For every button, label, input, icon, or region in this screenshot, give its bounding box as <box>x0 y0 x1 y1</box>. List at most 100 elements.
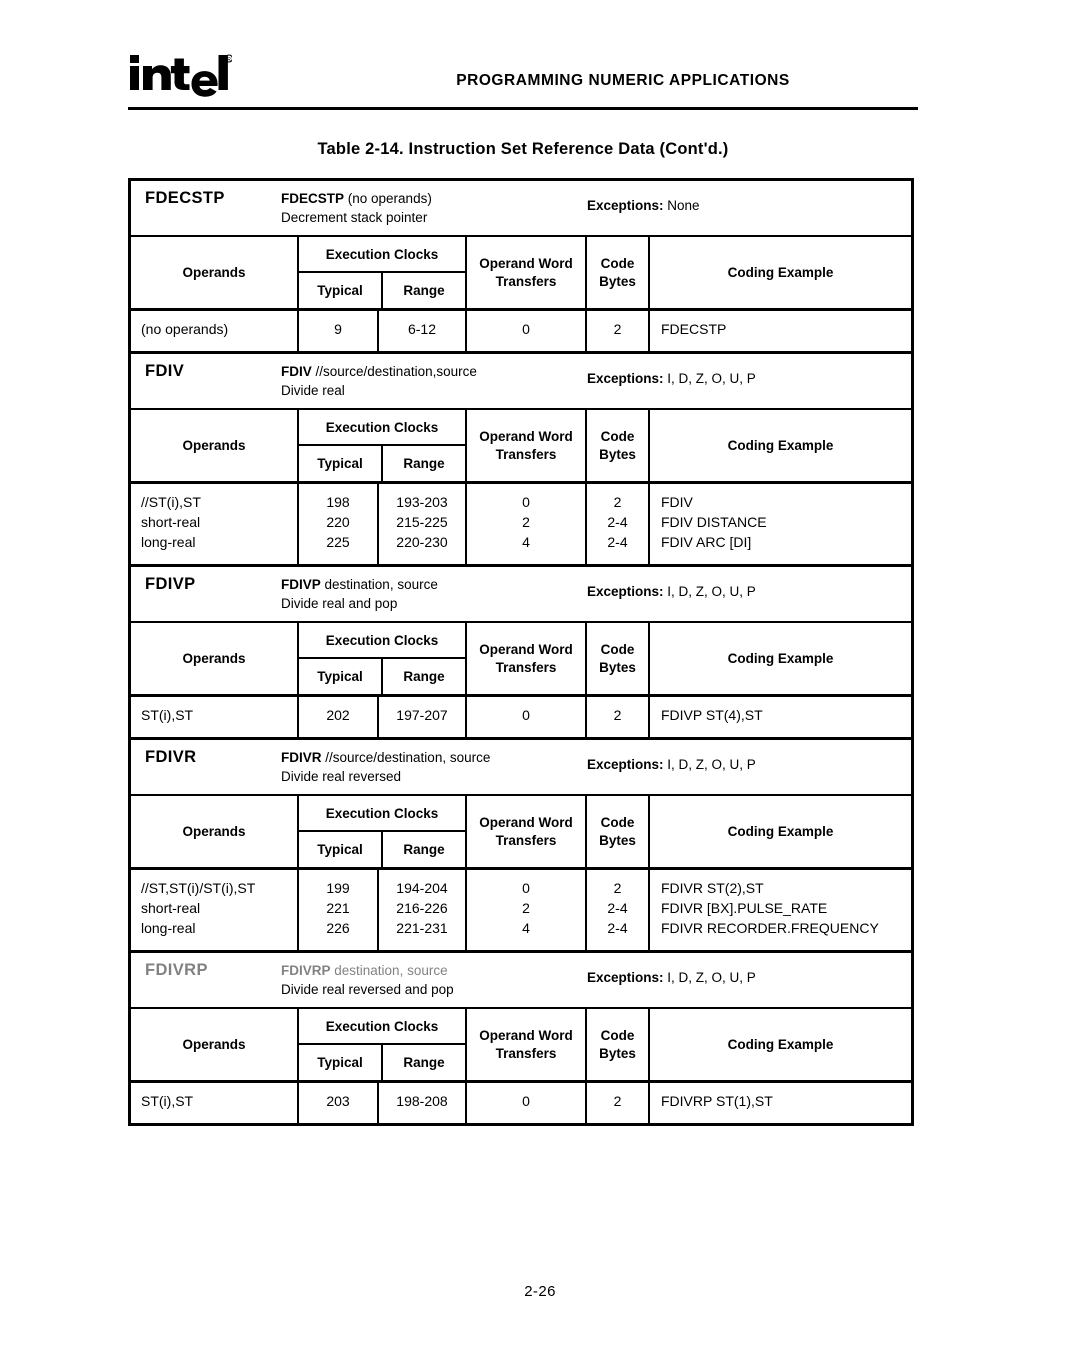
column-header-coding-example: Coding Example <box>727 438 834 453</box>
exceptions-label: Exceptions: <box>587 970 664 985</box>
instruction-mnemonic: FDIVRP <box>145 961 208 979</box>
column-header-operands: Operands <box>131 623 299 694</box>
instruction-description: Divide real <box>281 383 345 399</box>
data-cell-range: 198-208 <box>379 1083 467 1123</box>
data-rows: ST(i),ST 203 198-208 0 2 FDIVRP ST(1),ST <box>131 1083 911 1123</box>
document-page: R PROGRAMMING NUMERIC APPLICATIONS Table… <box>0 0 1080 1345</box>
column-header-typical: Typical <box>299 273 383 308</box>
exceptions-label: Exceptions: <box>587 757 664 772</box>
column-header-execution-clocks: Execution Clocks Typical Range <box>299 1009 467 1080</box>
data-cell-operand-word-transfers: 0 2 4 <box>467 870 587 950</box>
data-cell-coding-example: FDIV FDIV DISTANCE FDIV ARC [DI] <box>661 494 767 550</box>
page-header-title: PROGRAMMING NUMERIC APPLICATIONS <box>456 72 790 89</box>
data-cell-operands: (no operands) <box>131 311 299 351</box>
data-cell-operand-word-transfers: 0 <box>467 311 587 351</box>
instruction-header-row: FDIV FDIV //source/destination,source Di… <box>131 354 911 410</box>
exceptions-cell: Exceptions: I, D, Z, O, U, P <box>581 575 911 599</box>
instruction-set-reference-table: FDECSTP FDECSTP (no operands) Decrement … <box>128 178 914 1126</box>
column-header-operand-word-transfers: Operand Word Transfers <box>467 623 587 694</box>
data-cell-code-bytes: 2 <box>587 311 650 351</box>
instruction-mnemonic: FDECSTP <box>145 189 225 207</box>
exceptions-value: None <box>667 198 700 213</box>
column-header-coding-example: Coding Example <box>727 824 834 839</box>
instruction-header-row: FDIVRP FDIVRP destination, source Divide… <box>131 953 911 1009</box>
instruction-syntax: FDIVR //source/destination, source Divid… <box>281 748 581 786</box>
exceptions-label: Exceptions: <box>587 198 664 213</box>
data-cell-code-bytes: 2 2-4 2-4 <box>587 484 650 564</box>
exceptions-label: Exceptions: <box>587 371 664 386</box>
column-header-typical: Typical <box>299 1045 383 1080</box>
data-cell-operands: //ST,ST(i)/ST(i),ST short-real long-real <box>131 870 299 950</box>
column-header-coding-example: Coding Example <box>727 651 834 666</box>
syntax-operands: //source/destination, source <box>321 750 491 765</box>
column-header-row: Operands Execution Clocks Typical Range … <box>131 410 911 484</box>
column-header-coding-example: Coding Example <box>727 1037 834 1052</box>
data-rows: //ST,ST(i)/ST(i),ST short-real long-real… <box>131 870 911 950</box>
column-header-range: Range <box>403 842 445 857</box>
instruction-block: FDIVR FDIVR //source/destination, source… <box>131 740 911 953</box>
instruction-header-row: FDIVP FDIVP destination, source Divide r… <box>131 567 911 623</box>
data-cell-typical: 198 220 225 <box>299 484 379 564</box>
syntax-operands: destination, source <box>320 577 438 592</box>
column-header-execution-clocks: Execution Clocks Typical Range <box>299 796 467 867</box>
instruction-header-row: FDIVR FDIVR //source/destination, source… <box>131 740 911 796</box>
column-header-execution-clocks-label: Execution Clocks <box>299 1009 465 1045</box>
column-header-typical: Typical <box>299 832 383 867</box>
column-header-code-bytes: Code Bytes <box>587 796 650 867</box>
column-header-operands: Operands <box>131 410 299 481</box>
data-cell-coding-example: FDIVRP ST(1),ST <box>661 1093 773 1109</box>
data-cell-range: 194-204 216-226 221-231 <box>379 870 467 950</box>
page-number: 2-26 <box>524 1283 556 1300</box>
table-caption: Table 2-14. Instruction Set Reference Da… <box>317 140 729 158</box>
column-header-execution-clocks: Execution Clocks Typical Range <box>299 237 467 308</box>
exceptions-value: I, D, Z, O, U, P <box>667 584 756 599</box>
exceptions-cell: Exceptions: None <box>581 189 911 213</box>
column-header-range: Range <box>403 456 445 471</box>
data-cell-typical: 202 <box>299 697 379 737</box>
instruction-description: Divide real reversed and pop <box>281 982 454 998</box>
data-cell-code-bytes: 2 2-4 2-4 <box>587 870 650 950</box>
data-cell-typical: 199 221 226 <box>299 870 379 950</box>
data-rows: (no operands) 9 6-12 0 2 FDECSTP <box>131 311 911 351</box>
data-cell-operand-word-transfers: 0 <box>467 1083 587 1123</box>
instruction-mnemonic: FDIVR <box>145 748 197 766</box>
data-rows: ST(i),ST 202 197-207 0 2 FDIVP ST(4),ST <box>131 697 911 737</box>
instruction-syntax: FDIV //source/destination,source Divide … <box>281 362 581 400</box>
column-header-code-bytes: Code Bytes <box>587 623 650 694</box>
data-cell-coding-example: FDIVR ST(2),ST FDIVR [BX].PULSE_RATE FDI… <box>661 880 879 936</box>
instruction-block: FDIVP FDIVP destination, source Divide r… <box>131 567 911 740</box>
column-header-typical: Typical <box>299 659 383 694</box>
data-cell-range: 193-203 215-225 220-230 <box>379 484 467 564</box>
syntax-operands: //source/destination,source <box>311 364 477 379</box>
syntax-mnemonic: FDIVP <box>281 577 321 592</box>
column-header-row: Operands Execution Clocks Typical Range … <box>131 1009 911 1083</box>
column-header-code-bytes: Code Bytes <box>587 1009 650 1080</box>
column-header-range: Range <box>403 283 445 298</box>
data-cell-coding-example: FDIVP ST(4),ST <box>661 707 763 723</box>
data-cell-coding-example: FDECSTP <box>661 321 727 337</box>
column-header-execution-clocks-label: Execution Clocks <box>299 623 465 659</box>
instruction-description: Divide real and pop <box>281 596 398 612</box>
column-header-operand-word-transfers: Operand Word Transfers <box>467 237 587 308</box>
instruction-syntax: FDIVP destination, source Divide real an… <box>281 575 581 613</box>
column-header-operands: Operands <box>131 796 299 867</box>
exceptions-label: Exceptions: <box>587 584 664 599</box>
data-cell-operand-word-transfers: 0 <box>467 697 587 737</box>
instruction-block: FDIV FDIV //source/destination,source Di… <box>131 354 911 567</box>
column-header-code-bytes: Code Bytes <box>587 237 650 308</box>
data-cell-operands: ST(i),ST <box>131 1083 299 1123</box>
column-header-operands: Operands <box>131 1009 299 1080</box>
column-header-operand-word-transfers: Operand Word Transfers <box>467 410 587 481</box>
column-header-execution-clocks-label: Execution Clocks <box>299 796 465 832</box>
instruction-block: FDIVRP FDIVRP destination, source Divide… <box>131 953 911 1123</box>
column-header-row: Operands Execution Clocks Typical Range … <box>131 796 911 870</box>
intel-logo: R <box>128 52 232 98</box>
column-header-execution-clocks-label: Execution Clocks <box>299 237 465 273</box>
column-header-operands: Operands <box>131 237 299 308</box>
syntax-mnemonic: FDIVRP <box>281 963 331 978</box>
instruction-syntax: FDECSTP (no operands) Decrement stack po… <box>281 189 581 227</box>
header-divider-rule <box>128 107 918 110</box>
data-cell-range: 6-12 <box>379 311 467 351</box>
column-header-code-bytes: Code Bytes <box>587 410 650 481</box>
exceptions-value: I, D, Z, O, U, P <box>667 371 756 386</box>
